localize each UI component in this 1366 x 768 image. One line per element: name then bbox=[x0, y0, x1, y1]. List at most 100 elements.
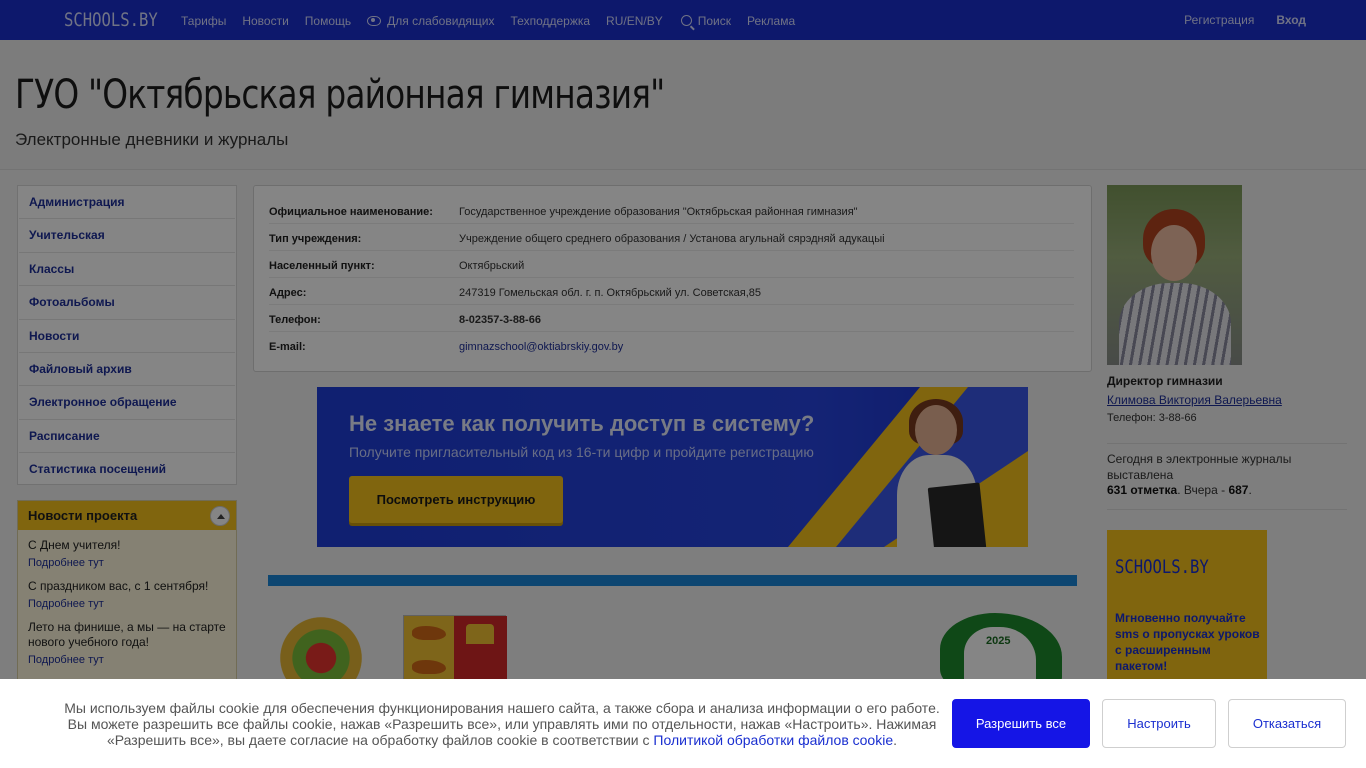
school-header: ГУО "Октябрьская районная гимназия" Элек… bbox=[0, 40, 1366, 170]
emblem-year: 2025 bbox=[986, 635, 1011, 647]
info-row: E-mail: gimnazschool@oktiabrskiy.gov.by bbox=[269, 332, 1074, 359]
sidebar-item-photo-albums[interactable]: Фотоальбомы bbox=[19, 286, 235, 320]
divider bbox=[1107, 443, 1347, 444]
info-value: Учреждение общего среднего образования /… bbox=[459, 233, 885, 245]
nav-news[interactable]: Новости bbox=[242, 14, 288, 28]
stats-yesterday-label: . Вчера - bbox=[1177, 483, 1229, 497]
view-instruction-button[interactable]: Посмотреть инструкцию bbox=[349, 476, 563, 523]
news-text: Лето на финише, а мы — на старте нового … bbox=[28, 620, 226, 649]
crown-icon bbox=[466, 624, 494, 644]
list-item: С праздником вас, с 1 сентября! Подробне… bbox=[18, 577, 236, 610]
photo-jacket bbox=[1119, 283, 1231, 365]
allow-all-button[interactable]: Разрешить все bbox=[952, 699, 1090, 748]
info-row: Населенный пункт: Октябрьский bbox=[269, 251, 1074, 278]
top-navbar: SCHOOLS.BY Тарифы Новости Помощь Для сла… bbox=[0, 0, 1366, 40]
info-value: gimnazschool@oktiabrskiy.gov.by bbox=[459, 341, 623, 353]
site-logo[interactable]: SCHOOLS.BY bbox=[64, 9, 158, 31]
sidebar-item-visit-stats[interactable]: Статистика посещений bbox=[19, 453, 235, 486]
stats-end: . bbox=[1248, 483, 1252, 497]
auth-links: Регистрация Вход bbox=[1162, 13, 1306, 27]
info-row: Телефон: 8-02357-3-88-66 bbox=[269, 305, 1074, 332]
page-subtitle: Электронные дневники и журналы bbox=[15, 130, 289, 149]
decline-button[interactable]: Отказаться bbox=[1228, 699, 1346, 748]
register-link[interactable]: Регистрация bbox=[1184, 13, 1254, 27]
list-item: С Днем учителя! Подробнее тут bbox=[18, 530, 236, 569]
illustration-folder bbox=[927, 482, 987, 547]
info-row: Официальное наименование: Государственно… bbox=[269, 197, 1074, 224]
info-value: Государственное учреждение образования "… bbox=[459, 206, 858, 218]
news-more-link[interactable]: Подробнее тут bbox=[28, 654, 226, 666]
collapse-chevron-icon[interactable] bbox=[210, 506, 230, 526]
cookie-message: Мы используем файлы cookie для обеспечен… bbox=[60, 700, 944, 748]
sidebar-item-e-appeal[interactable]: Электронное обращение bbox=[19, 386, 235, 420]
info-value: 8-02357-3-88-66 bbox=[459, 314, 541, 326]
stats-text: Сегодня в электронные журналы выставлена bbox=[1107, 452, 1292, 482]
sidebar-item-classes[interactable]: Классы bbox=[19, 253, 235, 287]
banner-person-illustration bbox=[877, 399, 997, 547]
info-label: Адрес: bbox=[269, 287, 307, 299]
project-news-title: Новости проекта bbox=[28, 508, 138, 523]
ad-text: Мгновенно получайте sms о пропусках урок… bbox=[1115, 611, 1260, 673]
info-label: E-mail: bbox=[269, 341, 306, 353]
email-link[interactable]: gimnazschool@oktiabrskiy.gov.by bbox=[459, 341, 623, 353]
info-value: 247319 Гомельская обл. г. п. Октябрьский… bbox=[459, 287, 762, 299]
info-row: Тип учреждения: Учреждение общего средне… bbox=[269, 224, 1074, 251]
info-label: Телефон: bbox=[269, 314, 321, 326]
nav-help[interactable]: Помощь bbox=[305, 14, 351, 28]
sidebar-item-schedule[interactable]: Расписание bbox=[19, 420, 235, 454]
sidebar-item-file-archive[interactable]: Файловый архив bbox=[19, 353, 235, 387]
director-name-link[interactable]: Климова Виктория Валерьевна bbox=[1107, 393, 1282, 407]
fox-icon bbox=[412, 660, 446, 674]
cookie-policy-link[interactable]: Политикой обработки файлов cookie bbox=[653, 732, 893, 748]
sidebar-item-administration[interactable]: Администрация bbox=[19, 186, 235, 220]
director-photo bbox=[1107, 185, 1242, 365]
nav-ads[interactable]: Реклама bbox=[747, 14, 795, 28]
banner-subtitle: Получите пригласительный код из 16-ти ци… bbox=[349, 444, 814, 460]
banner-title: Не знаете как получить доступ в систему? bbox=[349, 411, 815, 436]
language-switcher[interactable]: RU/EN/BY bbox=[606, 14, 663, 28]
news-more-link[interactable]: Подробнее тут bbox=[28, 598, 226, 610]
eye-icon bbox=[367, 15, 382, 26]
photo-face bbox=[1151, 225, 1197, 281]
divider bbox=[1107, 509, 1347, 510]
fox-icon bbox=[412, 626, 446, 640]
info-label: Официальное наименование: bbox=[269, 206, 433, 218]
nav-search[interactable]: Поиск bbox=[680, 13, 731, 28]
nav-accessibility-label: Для слабовидящих bbox=[387, 13, 495, 28]
login-link[interactable]: Вход bbox=[1276, 13, 1306, 27]
news-more-link[interactable]: Подробнее тут bbox=[28, 557, 226, 569]
ad-logo: SCHOOLS.BY bbox=[1115, 556, 1209, 578]
nav-accessibility[interactable]: Для слабовидящих bbox=[367, 13, 495, 28]
news-text: С Днем учителя! bbox=[28, 538, 121, 552]
project-news-box: Новости проекта С Днем учителя! Подробне… bbox=[17, 500, 237, 700]
news-text: С праздником вас, с 1 сентября! bbox=[28, 579, 209, 593]
director-phone: Телефон: 3-88-66 bbox=[1107, 412, 1197, 424]
illustration-head bbox=[915, 405, 957, 455]
marks-stats: Сегодня в электронные журналы выставлена… bbox=[1107, 452, 1337, 499]
configure-button[interactable]: Настроить bbox=[1102, 699, 1216, 748]
cookie-consent-bar: Мы используем файлы cookie для обеспечен… bbox=[0, 679, 1366, 768]
info-row: Адрес: 247319 Гомельская обл. г. п. Октя… bbox=[269, 278, 1074, 305]
nav-search-label: Поиск bbox=[697, 13, 731, 28]
cookie-end: . bbox=[893, 732, 898, 748]
access-help-banner[interactable]: Не знаете как получить доступ в систему?… bbox=[317, 387, 1028, 547]
nav-tariffs[interactable]: Тарифы bbox=[181, 14, 226, 28]
info-value: Октябрьский bbox=[459, 260, 525, 272]
sms-ad-banner[interactable]: SCHOOLS.BY Мгновенно получайте sms о про… bbox=[1107, 530, 1267, 690]
sidebar-item-news[interactable]: Новости bbox=[19, 320, 235, 353]
info-label: Тип учреждения: bbox=[269, 233, 362, 245]
page-title: ГУО "Октябрьская районная гимназия" bbox=[15, 72, 665, 118]
project-news-header: Новости проекта bbox=[18, 501, 236, 530]
nav-support[interactable]: Техподдержка bbox=[511, 14, 591, 28]
blue-divider bbox=[268, 575, 1077, 586]
main-nav: Тарифы Новости Помощь Для слабовидящих Т… bbox=[181, 13, 811, 29]
stats-yesterday: 687 bbox=[1228, 483, 1249, 497]
school-info-card: Официальное наименование: Государственно… bbox=[253, 185, 1092, 372]
sidebar-menu: Администрация Учительская Классы Фотоаль… bbox=[17, 185, 237, 485]
list-item: Лето на финише, а мы — на старте нового … bbox=[18, 618, 236, 666]
sidebar-item-teachers[interactable]: Учительская bbox=[19, 219, 235, 253]
stats-today: 631 отметка bbox=[1107, 483, 1178, 497]
search-icon bbox=[680, 15, 692, 26]
director-title: Директор гимназии bbox=[1107, 374, 1223, 388]
info-label: Населенный пункт: bbox=[269, 260, 375, 272]
